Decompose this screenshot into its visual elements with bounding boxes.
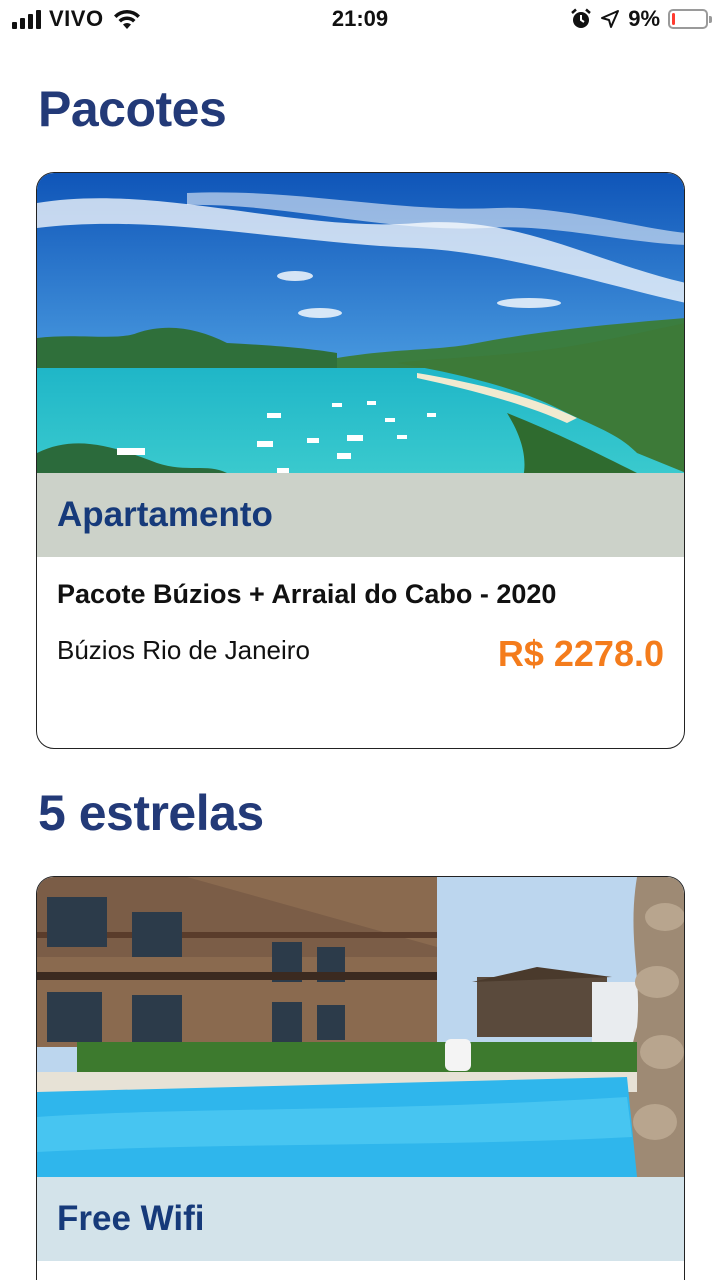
location-arrow-icon <box>601 10 620 28</box>
battery-level <box>672 13 675 25</box>
category-badge-label: Apartamento <box>57 495 273 534</box>
section-title-pacotes: Pacotes <box>38 81 227 137</box>
battery-percent: 9% <box>628 6 660 31</box>
battery-icon <box>668 9 712 29</box>
status-right: 9% <box>570 6 712 32</box>
hotel-image: Free Wifi <box>37 877 684 1261</box>
package-image: Apartamento <box>37 173 684 557</box>
section-title-5-estrelas: 5 estrelas <box>38 785 264 841</box>
category-badge: Apartamento <box>37 473 684 557</box>
alarm-icon <box>571 8 592 28</box>
status-bar: VIVO 21:09 9% <box>0 0 720 40</box>
package-title: Pacote Búzios + Arraial do Cabo - 2020 <box>57 579 557 609</box>
package-price: R$ 2278.0 <box>497 633 664 674</box>
package-card[interactable]: Apartamento Pacote Búzios + Arraial do C… <box>36 172 685 749</box>
category-badge-label: Free Wifi <box>57 1199 205 1238</box>
package-location: Búzios Rio de Janeiro <box>57 635 310 665</box>
hotel-card[interactable]: Free Wifi <box>36 876 685 1280</box>
category-badge: Free Wifi <box>37 1177 684 1261</box>
